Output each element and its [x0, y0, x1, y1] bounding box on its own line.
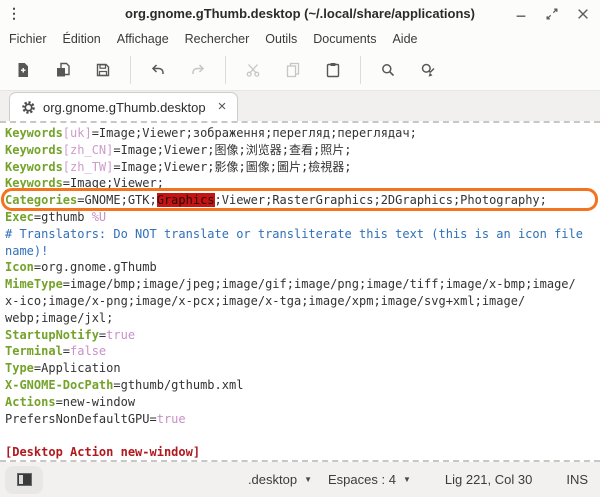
save-document-button[interactable] [88, 55, 118, 85]
editor-line: Keywords[zh_CN]=Image;Viewer;图像;浏览器;查看;照… [5, 142, 600, 159]
statusbar: .desktop ▼ Espaces : 4 ▼ Lig 221, Col 30… [0, 462, 600, 497]
toolbar-separator [225, 56, 226, 84]
paste-button[interactable] [318, 55, 348, 85]
editor-text-area[interactable]: Keywords[uk]=Image;Viewer;зображення;пер… [0, 121, 600, 462]
input-mode-indicator: INS [566, 472, 588, 487]
chevron-down-icon: ▼ [403, 475, 411, 484]
menu-edition[interactable]: Édition [55, 32, 109, 46]
tab-width-selector[interactable]: Espaces : 4 ▼ [328, 472, 411, 487]
doc-open-icon [55, 62, 71, 78]
language-selector[interactable]: .desktop ▼ [248, 472, 312, 487]
minimize-button[interactable] [512, 5, 530, 23]
editor-line: name)! [5, 243, 600, 260]
editor-line: [Desktop Action new-window] [5, 444, 600, 461]
new-document-button[interactable] [8, 55, 38, 85]
cut-button[interactable] [238, 55, 268, 85]
menu-rechercher[interactable]: Rechercher [177, 32, 258, 46]
editor-line: PrefersNonDefaultGPU=true [5, 411, 600, 428]
editor-line: Keywords=Image;Viewer; [5, 175, 600, 192]
find-button[interactable] [373, 55, 403, 85]
tabbar: org.gnome.gThumb.desktop × [0, 91, 600, 121]
tab-org-gnome-gthumb-desktop[interactable]: org.gnome.gThumb.desktop × [9, 92, 238, 121]
restore-icon [545, 7, 559, 21]
editor-line: # Translators: Do NOT translate or trans… [5, 226, 600, 243]
gedit-window: ⋮ org.gnome.gThumb.desktop (~/.local/sha… [0, 0, 600, 497]
close-button[interactable] [574, 5, 592, 23]
toolbar-separator [360, 56, 361, 84]
tab-width-label: Espaces : 4 [328, 472, 396, 487]
editor-line [5, 427, 600, 444]
window-controls [512, 0, 592, 27]
tab-close-icon[interactable]: × [218, 101, 227, 113]
menu-documents[interactable]: Documents [305, 32, 384, 46]
editor-line: StartupNotify=true [5, 327, 600, 344]
undo-button[interactable] [143, 55, 173, 85]
editor-line: webp;image/jxl; [5, 310, 600, 327]
titlebar: ⋮ org.gnome.gThumb.desktop (~/.local/sha… [0, 0, 600, 27]
editor-line: Type=Application [5, 360, 600, 377]
editor-line: Categories=GNOME;GTK;Graphics;Viewer;Ras… [5, 192, 600, 209]
undo-icon [150, 62, 166, 78]
editor-line: Terminal=false [5, 343, 600, 360]
find-replace-button[interactable] [413, 55, 443, 85]
editor-line: Keywords[zh_TW]=Image;Viewer;影像;圖像;圖片;檢視… [5, 159, 600, 176]
editor-line: x-ico;image/x-png;image/x-pcx;image/x-tg… [5, 293, 600, 310]
editor-line: Icon=org.gnome.gThumb [5, 259, 600, 276]
redo-icon [190, 62, 206, 78]
menu-aide[interactable]: Aide [384, 32, 425, 46]
find-icon [380, 62, 396, 78]
save-icon [95, 62, 111, 78]
restore-button[interactable] [543, 5, 561, 23]
statusbar-right: .desktop ▼ Espaces : 4 ▼ Lig 221, Col 30… [248, 472, 588, 487]
gear-icon [21, 100, 36, 115]
side-panel-icon [17, 473, 32, 486]
open-document-button[interactable] [48, 55, 78, 85]
find-replace-icon [420, 62, 436, 78]
copy-button[interactable] [278, 55, 308, 85]
redo-button[interactable] [183, 55, 213, 85]
tab-label: org.gnome.gThumb.desktop [43, 100, 206, 115]
editor-line: X-GNOME-DocPath=gthumb/gthumb.xml [5, 377, 600, 394]
menubar: FichierÉditionAffichageRechercherOutilsD… [0, 27, 600, 50]
search-match-highlight: Graphics [157, 193, 215, 207]
toolbar-separator [130, 56, 131, 84]
side-panel-toggle-button[interactable] [5, 466, 43, 494]
doc-new-icon [15, 62, 31, 78]
close-icon [576, 7, 590, 21]
cut-icon [245, 62, 261, 78]
language-selector-label: .desktop [248, 472, 297, 487]
paste-icon [325, 62, 341, 78]
editor-line: Exec=gthumb %U [5, 209, 600, 226]
minimize-icon [514, 7, 528, 21]
chevron-down-icon: ▼ [304, 475, 312, 484]
menu-affichage[interactable]: Affichage [109, 32, 177, 46]
editor-line: MimeType=image/bmp;image/jpeg;image/gif;… [5, 276, 600, 293]
window-title: org.gnome.gThumb.desktop (~/.local/share… [0, 6, 600, 21]
toolbar [0, 50, 600, 91]
editor-line: Actions=new-window [5, 394, 600, 411]
copy-icon [285, 62, 301, 78]
menu-outils[interactable]: Outils [257, 32, 305, 46]
menu-fichier[interactable]: Fichier [1, 32, 55, 46]
editor-line: Keywords[uk]=Image;Viewer;зображення;пер… [5, 125, 600, 142]
cursor-position: Lig 221, Col 30 [445, 472, 532, 487]
kebab-menu-icon[interactable]: ⋮ [7, 3, 21, 23]
